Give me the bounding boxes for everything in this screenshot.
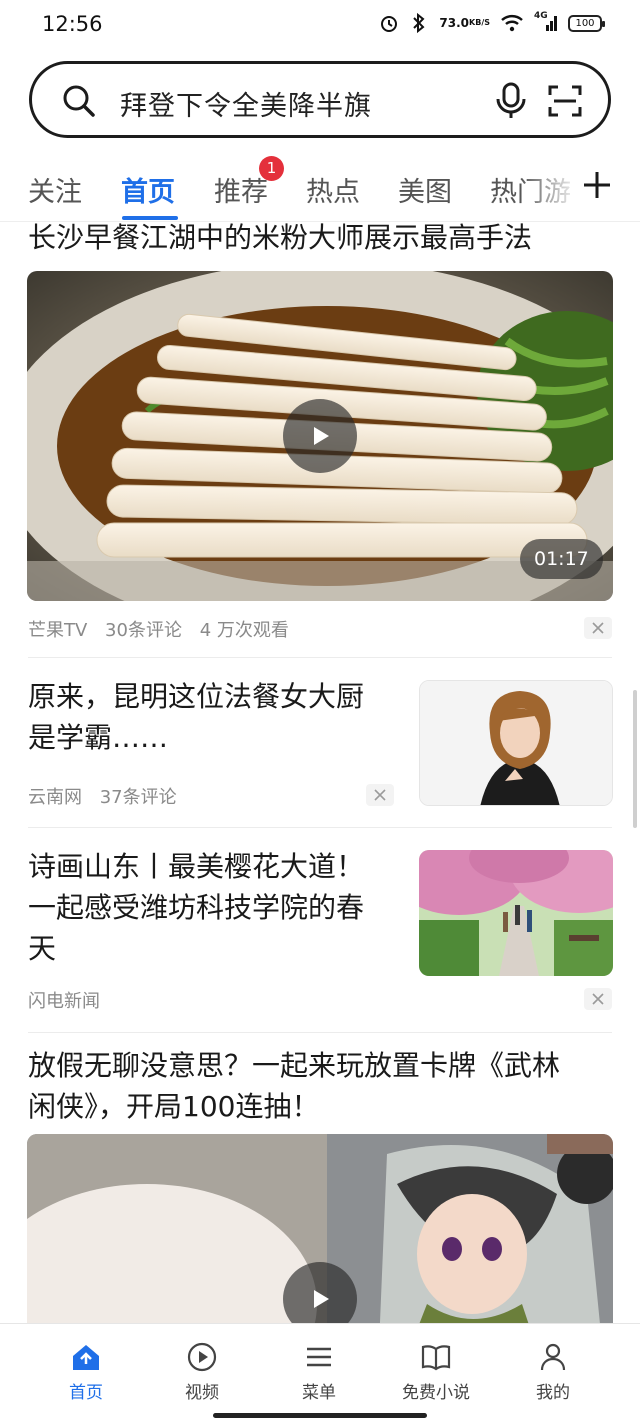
nav-label: 免费小说: [402, 1383, 470, 1403]
status-icons: 73.0 KB/S 4G 100: [379, 11, 605, 34]
nav-video[interactable]: 视频: [157, 1342, 247, 1403]
search-icon: [62, 84, 96, 122]
channel-tabs: 关注 首页 推荐 热点 美图 热门游: [0, 150, 640, 222]
nav-label: 首页: [69, 1383, 103, 1403]
video-duration: 01:17: [520, 539, 603, 579]
home-icon: [73, 1345, 99, 1370]
play-circle-icon: [187, 1342, 217, 1372]
article-meta: 云南网 37条评论: [28, 783, 189, 809]
divider: [28, 1032, 612, 1033]
article-title-line: 一起感受潍坊科技学院的春: [28, 891, 365, 924]
dismiss-button[interactable]: [366, 784, 394, 806]
article-thumbnail[interactable]: [419, 850, 613, 976]
video-thumbnail[interactable]: 01:17: [27, 271, 613, 601]
status-time: 12:56: [42, 12, 103, 36]
dismiss-button[interactable]: [584, 617, 612, 639]
scan-icon[interactable]: [548, 84, 582, 122]
article-source: 芒果TV: [28, 620, 88, 641]
divider: [28, 827, 612, 828]
article-title-line: 是学霸……: [28, 721, 169, 754]
alarm-icon: [379, 13, 399, 33]
net-speed-unit: KB/S: [469, 18, 490, 27]
bottom-navigation: 首页 视频 菜单 免费小说 我的: [0, 1323, 640, 1422]
net-speed: 73.0 KB/S: [439, 16, 490, 30]
cherry-blossom-image: [419, 850, 613, 976]
tab-follow[interactable]: 关注: [28, 170, 82, 209]
nav-label: 视频: [185, 1383, 219, 1403]
signal-label: 4G: [534, 11, 548, 21]
article-meta: 芒果TV 30条评论 4 万次观看: [28, 616, 301, 642]
article-title[interactable]: 放假无聊没意思？一起来玩放置卡牌《武林 闲侠》，开局100连抽！: [28, 1045, 618, 1127]
nav-home[interactable]: 首页: [41, 1342, 131, 1403]
search-query[interactable]: 拜登下令全美降半旗: [120, 84, 372, 123]
active-tab-indicator: [122, 216, 178, 220]
tab-hot[interactable]: 热点: [306, 170, 360, 209]
microphone-icon[interactable]: [494, 82, 528, 124]
tab-home[interactable]: 首页: [121, 170, 175, 209]
article-thumbnail[interactable]: [419, 680, 613, 806]
search-bar[interactable]: 拜登下令全美降半旗: [29, 61, 611, 138]
book-icon: [421, 1345, 451, 1371]
nav-label: 菜单: [302, 1383, 336, 1403]
article-title-line: 原来，昆明这位法餐女大厨: [28, 680, 365, 713]
nav-me[interactable]: 我的: [508, 1342, 598, 1403]
status-bar: 12:56 73.0 KB/S 4G 100: [0, 0, 640, 52]
video-thumbnail[interactable]: [27, 1134, 613, 1323]
dismiss-button[interactable]: [584, 988, 612, 1010]
signal-icon: 4G: [534, 11, 558, 33]
article-title-line: 放假无聊没意思？一起来玩放置卡牌《武林: [28, 1049, 561, 1082]
net-speed-value: 73.0: [439, 16, 470, 30]
article-title[interactable]: 原来，昆明这位法餐女大厨 是学霸……: [28, 676, 408, 758]
article-meta: 闪电新闻: [28, 987, 112, 1013]
recommend-badge: 1: [259, 156, 284, 181]
home-indicator[interactable]: [213, 1413, 427, 1418]
article-title-line: 天: [28, 932, 57, 965]
close-icon: [592, 993, 604, 1005]
bluetooth-icon: [409, 12, 429, 34]
news-feed: 长沙早餐江湖中的米粉大师展示最高手法 01:17 芒果TV 30条评论 4 万次…: [0, 223, 640, 1323]
chef-portrait-image: [420, 681, 612, 805]
plus-icon[interactable]: [582, 170, 612, 204]
play-icon[interactable]: [283, 399, 357, 473]
article-comments: 30条评论: [105, 620, 182, 641]
article-source: 闪电新闻: [28, 991, 100, 1012]
scrollbar[interactable]: [633, 690, 637, 828]
article-source: 云南网: [28, 787, 82, 808]
nav-free-novels[interactable]: 免费小说: [391, 1342, 481, 1403]
divider: [28, 657, 612, 658]
tab-pictures[interactable]: 美图: [398, 170, 452, 209]
menu-icon: [307, 1347, 331, 1367]
close-icon: [374, 789, 386, 801]
article-views: 4 万次观看: [199, 620, 289, 641]
article-title-line: 诗画山东丨最美樱花大道！: [28, 850, 365, 883]
article-title[interactable]: 长沙早餐江湖中的米粉大师展示最高手法: [28, 223, 532, 258]
user-icon: [540, 1343, 566, 1371]
nav-menu[interactable]: 菜单: [274, 1342, 364, 1403]
wifi-icon: [500, 13, 524, 33]
tabs-fade: [520, 150, 580, 220]
nav-label: 我的: [536, 1383, 570, 1403]
close-icon: [592, 622, 604, 634]
battery-icon: 100: [568, 14, 605, 32]
tab-recommend[interactable]: 推荐: [214, 170, 268, 209]
article-title-line: 闲侠》，开局100连抽！: [28, 1090, 320, 1123]
article-title[interactable]: 诗画山东丨最美樱花大道！ 一起感受潍坊科技学院的春 天: [28, 846, 408, 969]
article-comments: 37条评论: [99, 787, 177, 808]
